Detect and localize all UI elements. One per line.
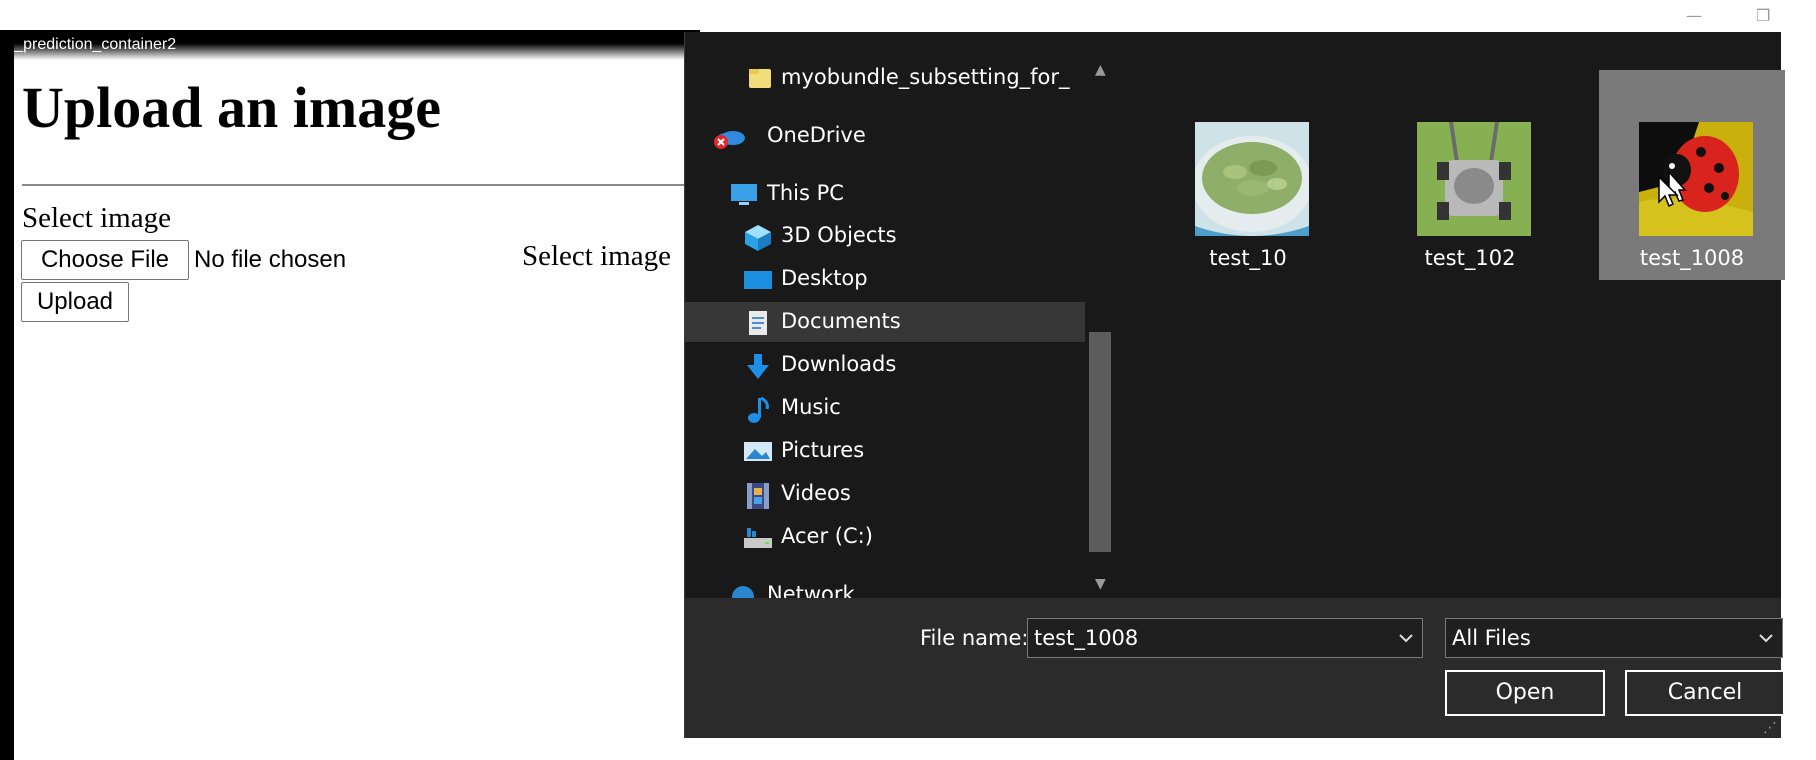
file-type-value: All Files <box>1452 626 1531 650</box>
drive-icon <box>743 525 773 549</box>
file-type-select[interactable]: All Files <box>1445 618 1783 658</box>
nav-item-label: Music <box>781 395 841 419</box>
file-item[interactable]: test_102 <box>1377 70 1563 280</box>
file-open-dialog: myobundle_subsetting_for_plotti OneDrive… <box>684 32 1785 738</box>
window-left-border <box>0 30 14 760</box>
nav-scrollbar-thumb[interactable] <box>1089 332 1111 552</box>
desktop-icon <box>743 267 773 291</box>
resize-grip-icon[interactable]: ⋰ <box>1763 720 1777 736</box>
computer-icon <box>729 182 759 206</box>
chevron-down-icon[interactable] <box>1398 627 1414 643</box>
lawnmower-thumbnail <box>1417 122 1531 236</box>
nav-item-pictures[interactable]: Pictures <box>685 431 1085 471</box>
nav-item-label: This PC <box>767 181 844 205</box>
tab-title: er_prediction_container2 <box>0 36 177 53</box>
dialog-footer: File name: test_1008 All Files Open Canc… <box>685 598 1785 738</box>
nav-item-label: myobundle_subsetting_for_plotti <box>781 65 1071 89</box>
onedrive-icon <box>713 124 747 149</box>
nav-item-videos[interactable]: Videos <box>685 474 1085 514</box>
nav-item-3d-objects[interactable]: 3D Objects <box>685 216 1085 256</box>
nav-item-network[interactable]: Network <box>685 575 1085 598</box>
file-name-value: test_1008 <box>1034 626 1139 650</box>
nav-item-music[interactable]: Music <box>685 388 1085 428</box>
nav-item-myobundle-folder[interactable]: myobundle_subsetting_for_plotti <box>685 58 1085 98</box>
food-bowl-thumbnail <box>1195 122 1309 236</box>
nav-item-label: OneDrive <box>767 123 866 147</box>
mouse-cursor-icon <box>1658 175 1680 212</box>
music-icon <box>745 396 771 423</box>
nav-item-downloads[interactable]: Downloads <box>685 345 1085 385</box>
nav-item-label: Network <box>767 582 855 598</box>
file-list-pane: test_10 test_102 test_1008 <box>1121 32 1785 598</box>
horizontal-rule <box>22 184 702 186</box>
page-title: Upload an image <box>22 75 441 140</box>
file-name: test_10 <box>1209 246 1287 270</box>
scroll-down-icon[interactable]: ▼ <box>1095 576 1106 592</box>
file-name: test_102 <box>1424 246 1516 270</box>
nav-item-this-pc[interactable]: This PC <box>685 174 1085 214</box>
folder-icon <box>747 66 773 90</box>
cancel-button[interactable]: Cancel <box>1625 670 1785 716</box>
window-titlebar: — ❐ <box>0 0 1816 30</box>
nav-item-desktop[interactable]: Desktop <box>685 259 1085 299</box>
nav-item-documents[interactable]: Documents <box>685 302 1085 342</box>
nav-item-label: Pictures <box>781 438 865 462</box>
select-image-label: Select image <box>22 202 171 234</box>
no-file-chosen-text: No file chosen <box>194 246 347 273</box>
open-button[interactable]: Open <box>1445 670 1605 716</box>
download-icon <box>745 353 771 379</box>
upload-button[interactable]: Upload <box>21 282 129 322</box>
cube-icon <box>743 224 773 251</box>
file-name: test_1008 <box>1639 246 1745 270</box>
nav-item-label: Documents <box>781 309 901 333</box>
file-name-input[interactable]: test_1008 <box>1027 618 1423 658</box>
navigation-pane: myobundle_subsetting_for_plotti OneDrive… <box>685 32 1117 598</box>
ladybug-thumbnail <box>1639 122 1753 236</box>
minimize-button[interactable]: — <box>1686 6 1702 25</box>
select-image-label-2: Select image <box>522 240 671 272</box>
restore-button[interactable]: ❐ <box>1756 6 1770 25</box>
videos-icon <box>745 482 771 509</box>
nav-item-acer-drive[interactable]: Acer (C:) <box>685 517 1085 557</box>
file-item[interactable]: test_10 <box>1155 70 1341 280</box>
nav-item-onedrive[interactable]: OneDrive <box>685 116 1085 156</box>
choose-file-button[interactable]: Choose File <box>21 240 189 280</box>
pictures-icon <box>743 439 773 463</box>
file-name-label: File name: <box>920 626 1029 650</box>
chevron-down-icon[interactable] <box>1758 627 1774 643</box>
file-item-selected[interactable]: test_1008 <box>1599 70 1785 280</box>
nav-item-label: Videos <box>781 481 851 505</box>
nav-item-label: Desktop <box>781 266 868 290</box>
tab-title-strip: er_prediction_container2 <box>0 30 700 60</box>
network-icon <box>727 583 757 598</box>
nav-item-label: Downloads <box>781 352 897 376</box>
nav-item-label: 3D Objects <box>781 223 897 247</box>
document-icon <box>745 310 771 335</box>
scroll-up-icon[interactable]: ▲ <box>1095 62 1106 78</box>
nav-item-label: Acer (C:) <box>781 524 873 548</box>
